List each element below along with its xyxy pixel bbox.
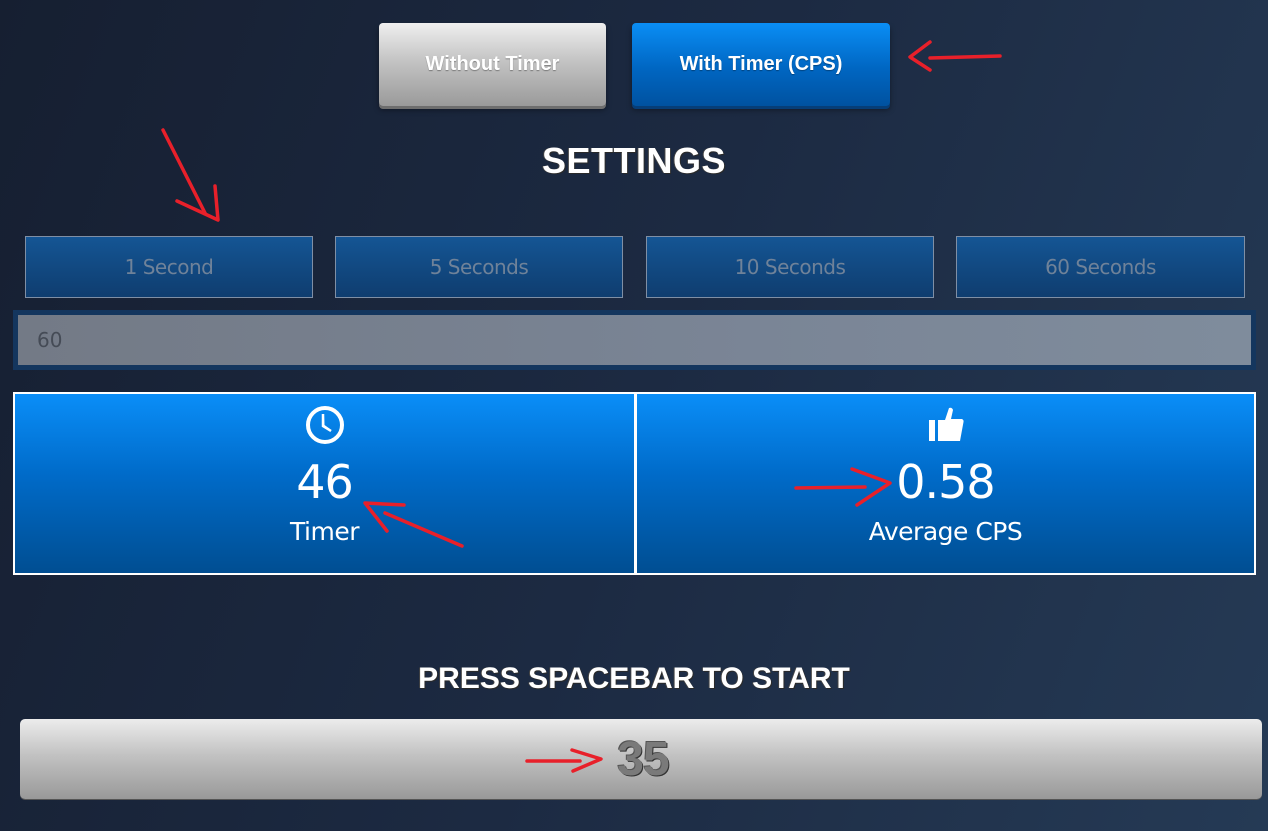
average-cps-stat-card: 0.58 Average CPS — [635, 392, 1256, 575]
timer-stat-card: 46 Timer — [13, 392, 636, 575]
timer-label: Timer — [290, 517, 359, 546]
annotation-arrow-with-timer — [908, 40, 1002, 72]
duration-60-seconds-button[interactable]: 60 Seconds — [956, 236, 1245, 298]
average-cps-label: Average CPS — [868, 517, 1023, 546]
press-spacebar-prompt: PRESS SPACEBAR TO START — [418, 662, 850, 695]
clock-icon — [305, 406, 344, 444]
timer-value: 46 — [296, 455, 354, 509]
custom-time-input[interactable] — [18, 315, 1251, 365]
custom-time-field-wrapper — [13, 310, 1256, 370]
average-cps-value: 0.58 — [896, 455, 995, 509]
duration-10-seconds-button[interactable]: 10 Seconds — [646, 236, 934, 298]
without-timer-button[interactable]: Without Timer — [379, 23, 606, 106]
with-timer-cps-button[interactable]: With Timer (CPS) — [632, 23, 890, 106]
duration-1-second-button[interactable]: 1 Second — [25, 236, 313, 298]
settings-title: SETTINGS — [541, 140, 727, 181]
click-count: 35 — [617, 732, 669, 786]
thumbs-up-icon — [928, 407, 964, 441]
click-area-button[interactable]: 35 — [20, 719, 1262, 799]
duration-5-seconds-button[interactable]: 5 Seconds — [335, 236, 623, 298]
